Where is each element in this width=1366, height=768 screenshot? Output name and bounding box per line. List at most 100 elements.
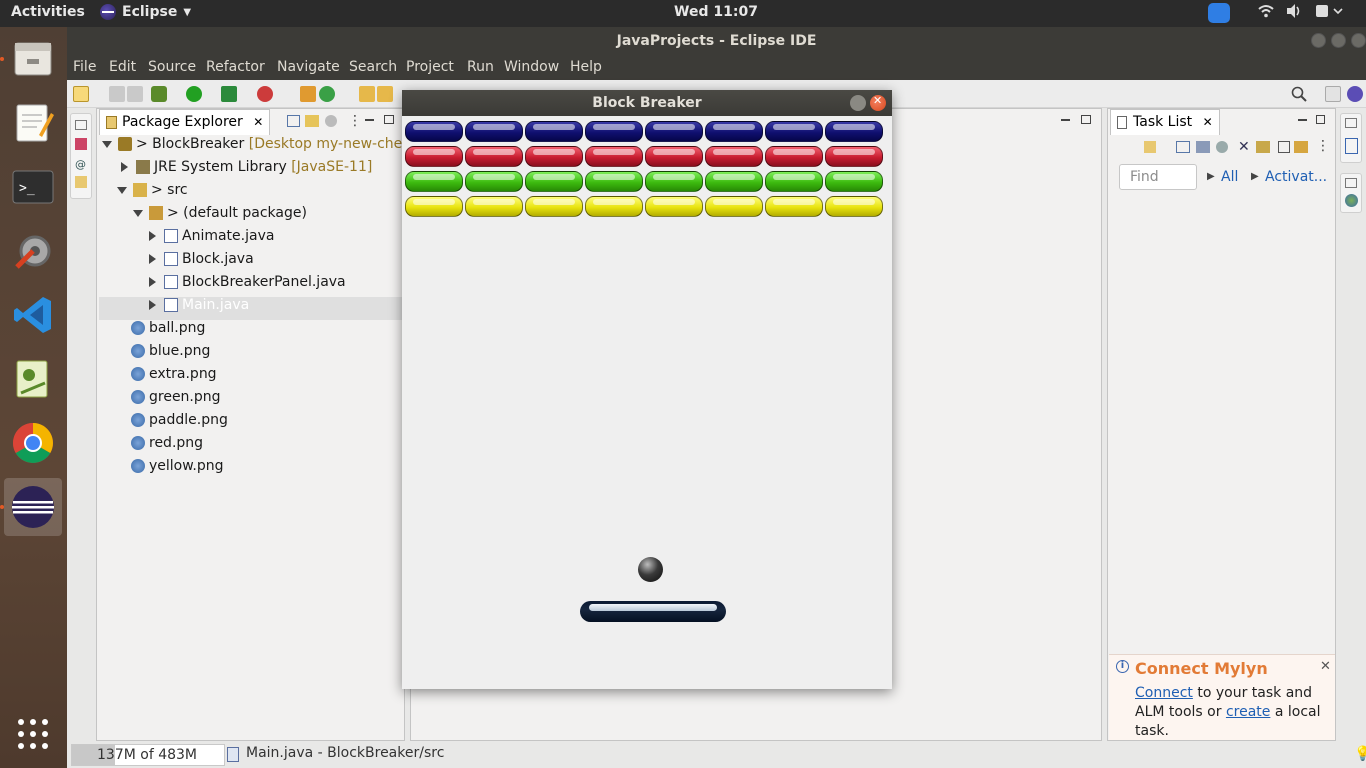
tree-file-row-selected[interactable]: Main.java (99, 297, 404, 320)
expand-toggle-icon[interactable] (117, 186, 127, 194)
show-applications-icon[interactable] (4, 705, 62, 763)
scheduled-icon[interactable] (1196, 141, 1210, 153)
outline-icon[interactable] (1345, 138, 1358, 154)
tree-resource-row[interactable]: yellow.png (131, 458, 224, 481)
tree-resource-row[interactable]: extra.png (131, 366, 217, 389)
show-incoming-icon[interactable] (1216, 141, 1228, 153)
close-button[interactable]: ✕ (870, 94, 886, 111)
view-menu-icon[interactable]: ⋮ (1316, 138, 1330, 154)
maximize-editor-icon[interactable] (1081, 115, 1091, 124)
declaration-icon[interactable] (75, 176, 87, 188)
run-icon[interactable] (186, 86, 202, 102)
open-perspective-icon[interactable] (1325, 86, 1341, 102)
teamviewer-icon[interactable] (1208, 3, 1230, 27)
menu-search[interactable]: Search (349, 59, 397, 75)
sync-icon[interactable] (1294, 141, 1308, 153)
create-link[interactable]: create (1226, 704, 1270, 720)
filter-activate-link[interactable]: Activat... (1265, 169, 1327, 185)
maximize-button[interactable] (1331, 33, 1346, 48)
clock[interactable]: Wed 11:07 (0, 4, 1366, 20)
volume-icon[interactable] (1285, 3, 1303, 23)
restore-icon[interactable] (1345, 178, 1357, 188)
menu-project[interactable]: Project (406, 59, 454, 75)
wifi-icon[interactable] (1258, 3, 1274, 23)
save-all-icon[interactable] (127, 86, 143, 102)
open-type-icon[interactable] (359, 86, 375, 102)
expand-toggle-icon[interactable] (133, 209, 143, 217)
chrome-app-icon[interactable] (4, 414, 62, 472)
minimize-view-icon[interactable] (1298, 119, 1307, 121)
external-tools-icon[interactable] (257, 86, 273, 102)
expand-toggle-icon[interactable] (149, 254, 156, 264)
tree-resource-row[interactable]: red.png (131, 435, 203, 458)
menu-edit[interactable]: Edit (109, 59, 136, 75)
menu-window[interactable]: Window (504, 59, 559, 75)
search-icon[interactable] (1291, 86, 1307, 102)
menu-refactor[interactable]: Refactor (206, 59, 265, 75)
save-icon[interactable] (109, 86, 125, 102)
hide-completed-icon[interactable] (1256, 141, 1270, 153)
collapse-all-icon[interactable] (287, 115, 300, 127)
close-tab-icon[interactable]: ✕ (1203, 115, 1213, 129)
problems-icon[interactable] (1345, 194, 1358, 207)
menu-help[interactable]: Help (570, 59, 602, 75)
settings-app-icon[interactable] (4, 222, 62, 280)
find-input[interactable]: Find (1119, 164, 1197, 190)
gedit-app-icon[interactable] (4, 350, 62, 408)
tree-file-row[interactable]: Animate.java (147, 228, 274, 251)
filter-all-link[interactable]: All (1221, 169, 1238, 185)
new-class-icon[interactable] (319, 86, 335, 102)
new-task-icon[interactable] (1144, 141, 1156, 153)
tree-resource-row[interactable]: ball.png (131, 320, 205, 343)
tab-package-explorer[interactable]: Package Explorer ✕ (99, 109, 271, 135)
tree-src-row[interactable]: > src (117, 182, 188, 205)
view-menu-icon[interactable]: ⋮ (348, 113, 362, 129)
tree-file-row[interactable]: Block.java (147, 251, 254, 274)
tip-icon[interactable]: 💡 (1354, 746, 1366, 762)
coverage-icon[interactable] (221, 86, 237, 102)
vscode-app-icon[interactable] (4, 286, 62, 344)
menu-source[interactable]: Source (148, 59, 196, 75)
link-with-editor-icon[interactable] (305, 115, 319, 127)
heap-status[interactable]: 137M of 483M (71, 744, 225, 766)
text-editor-app-icon[interactable] (4, 94, 62, 152)
tab-task-list[interactable]: Task List ✕ (1110, 109, 1220, 135)
menu-file[interactable]: File (73, 59, 96, 75)
close-button[interactable] (1351, 33, 1366, 48)
terminal-app-icon[interactable]: >_ (4, 158, 62, 216)
minimize-button[interactable] (850, 95, 866, 111)
collapse-all-icon[interactable] (1278, 141, 1290, 153)
minimize-button[interactable] (1311, 33, 1326, 48)
restore-icon[interactable] (1345, 118, 1357, 128)
tree-package-row[interactable]: > (default package) (133, 205, 307, 228)
files-app-icon[interactable] (4, 30, 62, 88)
expand-toggle-icon[interactable] (121, 162, 128, 172)
trash-icon[interactable] (227, 747, 239, 762)
tree-project-row[interactable]: > BlockBreaker [Desktop my-new-check] (102, 136, 424, 159)
expand-toggle-icon[interactable] (149, 300, 156, 310)
close-tab-icon[interactable]: ✕ (253, 115, 263, 129)
system-menu-icon[interactable] (1314, 3, 1344, 23)
minimize-view-icon[interactable] (365, 119, 374, 121)
expand-toggle-icon[interactable] (149, 277, 156, 287)
menu-navigate[interactable]: Navigate (277, 59, 340, 75)
minimize-editor-icon[interactable] (1061, 119, 1070, 121)
maximize-view-icon[interactable] (384, 115, 394, 124)
new-icon[interactable] (73, 86, 89, 102)
expand-toggle-icon[interactable] (149, 231, 156, 241)
connect-link[interactable]: Connect (1135, 685, 1193, 701)
paddle[interactable] (580, 601, 726, 622)
restore-icon[interactable] (75, 120, 87, 130)
menu-run[interactable]: Run (467, 59, 494, 75)
filters-icon[interactable] (325, 115, 337, 127)
javadoc-icon[interactable]: @ (75, 158, 86, 171)
new-java-project-icon[interactable] (300, 86, 316, 102)
expand-toggle-icon[interactable] (102, 140, 112, 148)
tree-resource-row[interactable]: blue.png (131, 343, 210, 366)
debug-icon[interactable] (151, 86, 167, 102)
tree-resource-row[interactable]: green.png (131, 389, 221, 412)
categorized-icon[interactable] (1176, 141, 1190, 153)
java-perspective-icon[interactable] (1347, 86, 1363, 102)
open-task-icon[interactable] (377, 86, 393, 102)
tree-file-row[interactable]: BlockBreakerPanel.java (147, 274, 346, 297)
